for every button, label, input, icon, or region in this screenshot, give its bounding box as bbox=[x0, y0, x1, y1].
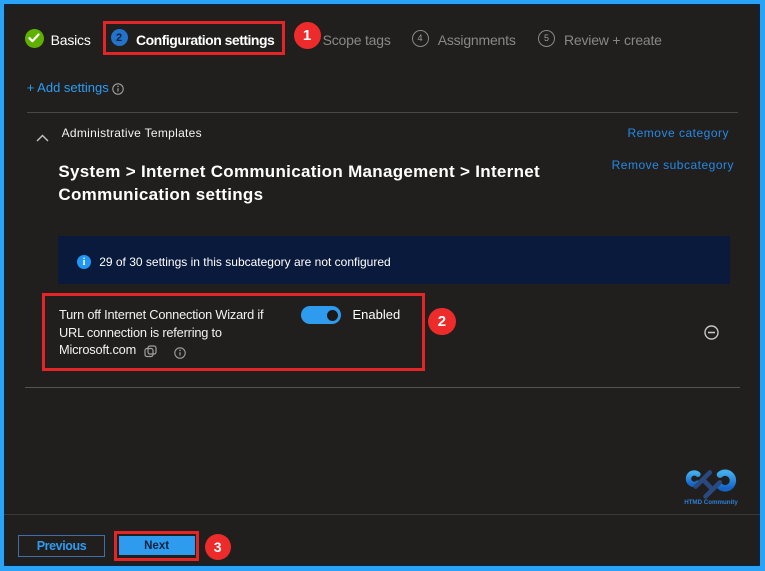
svg-text:HTMD Community: HTMD Community bbox=[684, 499, 738, 506]
